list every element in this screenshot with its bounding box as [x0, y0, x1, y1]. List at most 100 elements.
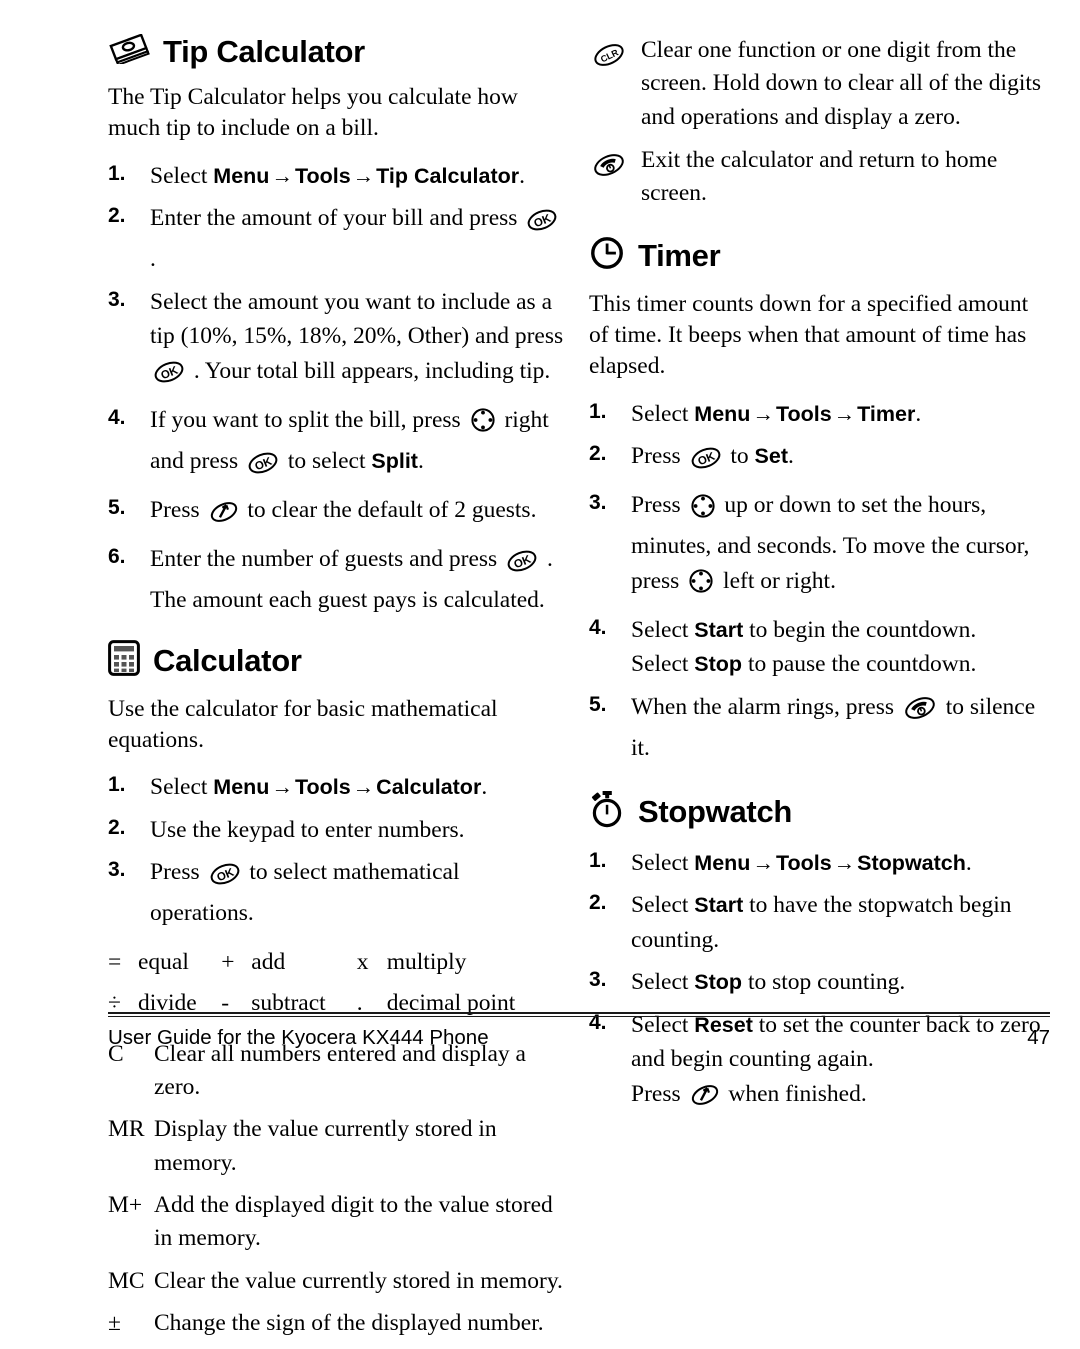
step-number: 4. [589, 615, 607, 639]
operator-name: equal [138, 949, 189, 976]
arrow-separator-icon: → [352, 163, 375, 188]
navigation-key-icon [470, 407, 496, 444]
list-item: 3. Press up or down to set the hours, min… [589, 488, 1050, 605]
step-number: 3. [589, 968, 607, 992]
list-item: 2. Use the keypad to enter numbers. [108, 813, 569, 848]
back-clear-key-icon [690, 1083, 720, 1118]
memory-function-label: ± [108, 1310, 121, 1337]
key-function-row: Exit the calculator and return to home s… [589, 144, 1050, 211]
step-text: Press to clear the default of 2 guests. [150, 497, 536, 523]
table-row: = equal + add x multiply [108, 945, 569, 986]
calculator-memory-functions: C Clear all numbers entered and display a… [108, 1038, 569, 1341]
ui-term: Stop [694, 970, 743, 995]
step-number: 1. [589, 399, 607, 423]
ok-key-icon: OK [153, 360, 185, 395]
ui-term: Menu [694, 401, 751, 426]
arrow-separator-icon: → [352, 775, 375, 800]
step-text: If you want to split the bill, press rig… [150, 407, 549, 474]
list-item: 2. Press OK to Set. [589, 439, 1050, 480]
arrow-separator-icon: → [833, 401, 856, 426]
ok-key-icon: OK [526, 208, 558, 243]
end-key-icon [592, 152, 626, 188]
step-continuation: Select Stop to pause the countdown. [631, 651, 977, 678]
page-number: 47 [1027, 1026, 1050, 1049]
timer-intro: This timer counts down for a specified a… [589, 290, 1029, 380]
memory-function-description: Display the value currently stored in me… [154, 1116, 497, 1176]
list-item: 3. Select the amount you want to include … [108, 285, 569, 395]
key-icon-cell: CLR [589, 34, 641, 134]
arrow-separator-icon: → [752, 850, 774, 875]
step-text: Select Menu→Tools→Calculator. [150, 774, 488, 801]
tip-calculator-intro: The Tip Calculator helps you calculate h… [108, 84, 518, 142]
step-number: 1. [589, 848, 607, 872]
memory-function-label: MC [108, 1267, 145, 1294]
operator-symbol: x [356, 949, 369, 976]
step-text: Press OK to Set. [631, 443, 794, 469]
list-item: 4. Select Start to begin the countdown. Se… [589, 613, 1050, 682]
step-number: 2. [589, 891, 607, 915]
step-text: Select Start to begin the countdown. [631, 616, 977, 643]
step-number: 1. [108, 161, 126, 185]
ok-key-icon: OK [690, 446, 722, 481]
ok-key-icon: OK [247, 451, 279, 486]
back-clear-key-icon [209, 500, 239, 535]
step-number: 5. [589, 693, 607, 716]
operator-symbol: = [108, 949, 122, 976]
step-text: Select Start to have the stopwatch begin… [631, 892, 1012, 953]
list-item: 1. Select Menu→Tools→Tip Calculator. [108, 159, 569, 194]
list-item: 6. Enter the number of guests and press O… [108, 542, 569, 618]
heading-label: Stopwatch [638, 793, 793, 829]
step-number: 2. [589, 442, 607, 466]
step-number: 3. [108, 858, 126, 882]
navigation-key-icon [688, 568, 714, 605]
heading-label: Timer [638, 237, 721, 273]
ok-key-icon: OK [209, 862, 241, 897]
memory-function-row: M+ Add the displayed digit to the value s… [108, 1189, 569, 1256]
step-text: Use the keypad to enter numbers. [150, 816, 465, 843]
section-heading-calculator: Calculator [108, 639, 569, 681]
ui-term: Start [694, 617, 744, 642]
section-heading-timer: Timer [589, 235, 1050, 276]
key-function-description: Exit the calculator and return to home s… [641, 147, 998, 207]
calculator-icon [108, 639, 140, 681]
timer-steps: 1. Select Menu→Tools→Timer. 2. Press OK to … [589, 397, 1050, 766]
list-item: 2. Select Start to have the stopwatch beg… [589, 888, 1050, 957]
ui-term: Tools [294, 775, 351, 800]
list-item: 5. Press to clear the default of 2 guests… [108, 493, 569, 534]
footer-divider [108, 1012, 1050, 1017]
operator-name: multiply [386, 949, 467, 976]
end-key-icon [903, 695, 937, 732]
ui-term: Menu [213, 775, 270, 800]
clr-key-icon: CLR [592, 42, 626, 78]
navigation-key-icon [690, 493, 716, 530]
step-text: Enter the amount of your bill and press … [150, 205, 561, 272]
list-item: 1. Select Menu→Tools→Stopwatch. [589, 846, 1050, 881]
step-number: 1. [108, 773, 126, 797]
step-text: Select the amount you want to include as… [150, 289, 563, 384]
step-text: Press up or down to set the hours, minut… [631, 492, 1029, 594]
heading-label: Tip Calculator [163, 34, 365, 69]
step-number: 6. [108, 545, 126, 569]
ui-term: Stop [694, 652, 743, 677]
step-number: 4. [108, 405, 126, 429]
manual-page: Tip Calculator The Tip Calculator helps … [0, 0, 1080, 1336]
key-function-row: CLR Clear one function or one digit from … [589, 34, 1050, 134]
arrow-separator-icon: → [833, 850, 856, 875]
list-item: 3. Press OK to select mathematical operat… [108, 855, 569, 931]
heading-label: Calculator [153, 642, 302, 678]
ui-term: Calculator [376, 775, 482, 800]
ui-term: Menu [694, 850, 751, 875]
memory-function-description: Clear the value currently stored in memo… [154, 1267, 563, 1294]
two-column-body: Tip Calculator The Tip Calculator helps … [30, 33, 1050, 1336]
memory-function-row: ± Change the sign of the displayed number… [108, 1307, 569, 1340]
step-continuation: Press when finished. [631, 1077, 1050, 1118]
tip-calculator-steps: 1. Select Menu→Tools→Tip Calculator. 2. Ent… [108, 159, 569, 618]
arrow-separator-icon: → [271, 775, 293, 800]
list-item: 2. Enter the amount of your bill and pres… [108, 201, 569, 277]
section-heading-stopwatch: Stopwatch [589, 790, 1050, 833]
step-text: Press OK to select mathematical operatio… [150, 859, 460, 927]
ui-term: Timer [857, 401, 916, 426]
stopwatch-steps: 1. Select Menu→Tools→Stopwatch. 2. Select S… [589, 846, 1050, 1118]
footer-title: User Guide for the Kyocera KX444 Phone [108, 1026, 489, 1049]
operator-symbol: + [221, 949, 235, 976]
